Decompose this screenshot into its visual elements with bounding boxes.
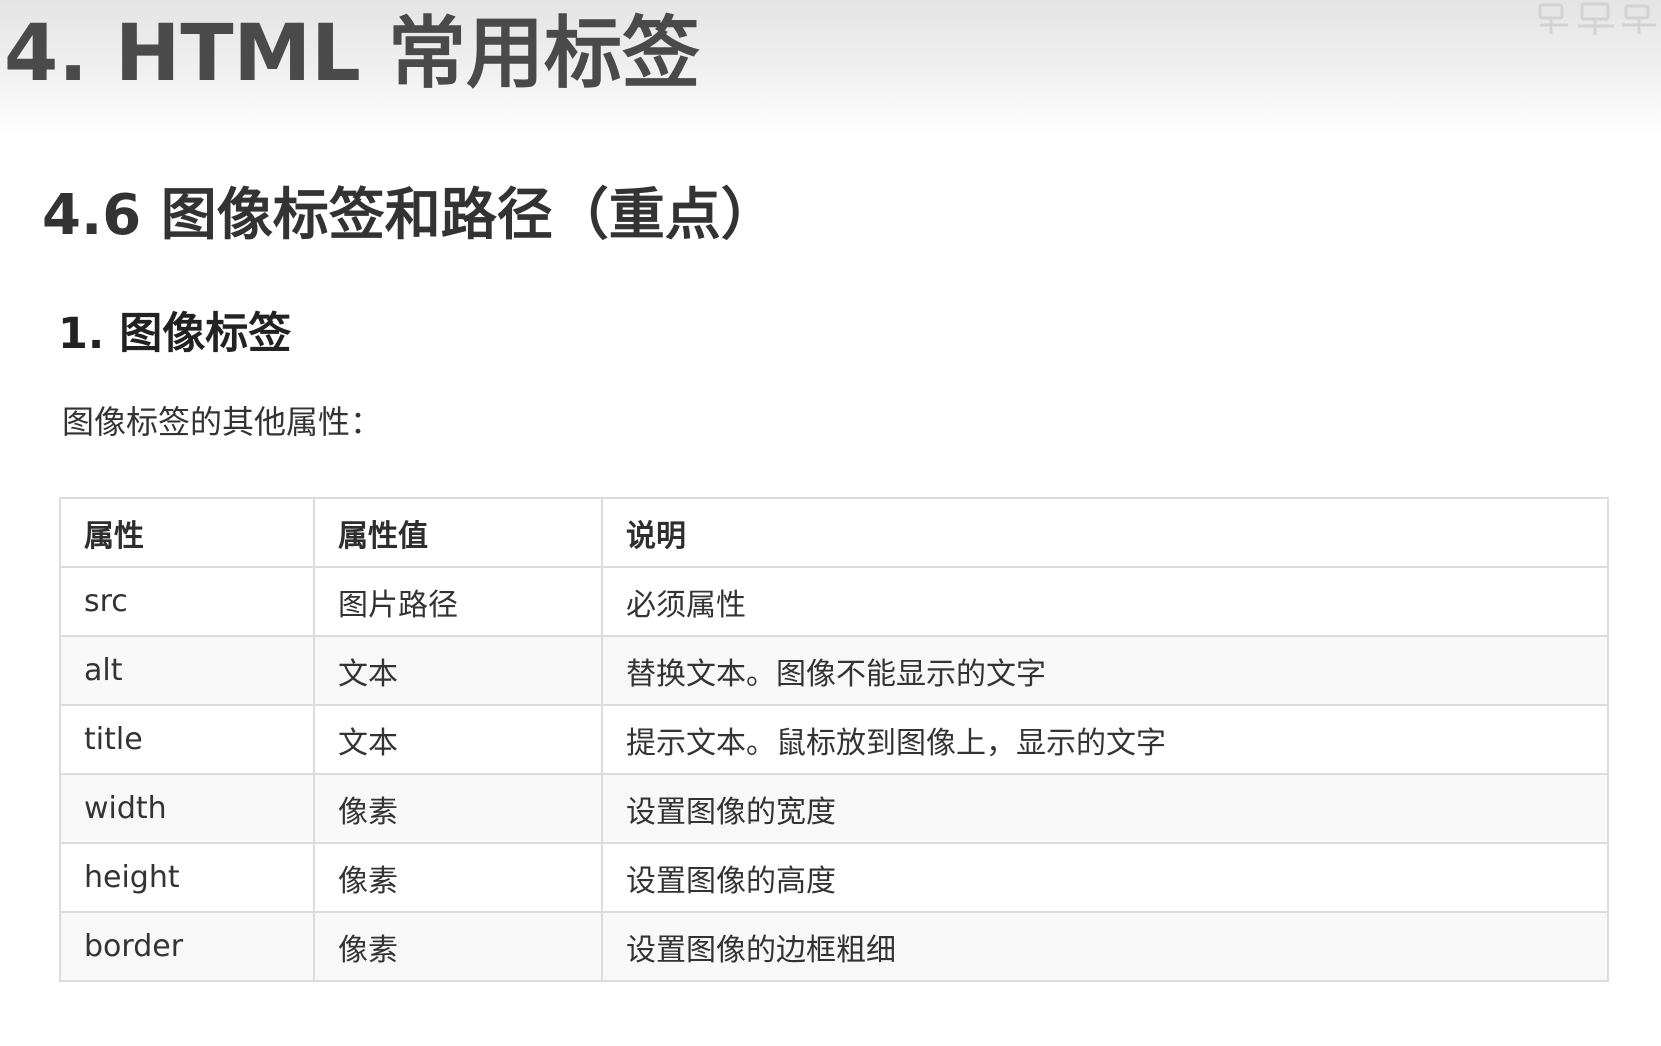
cell-attribute: width: [59, 773, 315, 844]
table-row: src 图片路径 必须属性: [59, 566, 1609, 637]
cell-description: 设置图像的宽度: [601, 773, 1609, 844]
cell-value: 像素: [313, 842, 603, 913]
cell-attribute: alt: [59, 635, 315, 706]
table-row: title 文本 提示文本。鼠标放到图像上，显示的文字: [59, 704, 1609, 775]
sub-heading: 1. 图像标签: [58, 309, 292, 359]
title-band: 4. HTML 常用标签: [0, 0, 1661, 140]
cell-value: 像素: [313, 911, 603, 982]
cell-description: 替换文本。图像不能显示的文字: [601, 635, 1609, 706]
cell-value: 图片路径: [313, 566, 603, 637]
cell-attribute: title: [59, 704, 315, 775]
attribute-table: 属性 属性值 说明 src 图片路径 必须属性 alt 文本 替换文本。图像不能…: [59, 497, 1609, 982]
cell-attribute: border: [59, 911, 315, 982]
cell-value: 文本: [313, 635, 603, 706]
cell-value: 文本: [313, 704, 603, 775]
table-row: width 像素 设置图像的宽度: [59, 773, 1609, 844]
table-header-row: 属性 属性值 说明: [59, 497, 1609, 568]
watermark-logo-icon: [1538, 2, 1656, 35]
table-row: border 像素 设置图像的边框粗细: [59, 911, 1609, 982]
header-cell-description: 说明: [601, 497, 1609, 568]
cell-description: 设置图像的边框粗细: [601, 911, 1609, 982]
cell-value: 像素: [313, 773, 603, 844]
table-row: alt 文本 替换文本。图像不能显示的文字: [59, 635, 1609, 706]
header-cell-attribute: 属性: [59, 497, 315, 568]
intro-text: 图像标签的其他属性：: [62, 403, 383, 441]
cell-description: 必须属性: [601, 566, 1609, 637]
section-heading: 4.6 图像标签和路径（重点）: [42, 183, 777, 248]
cell-attribute: src: [59, 566, 315, 637]
table-row: height 像素 设置图像的高度: [59, 842, 1609, 913]
header-cell-value: 属性值: [313, 497, 603, 568]
page-title: 4. HTML 常用标签: [4, 9, 701, 99]
cell-attribute: height: [59, 842, 315, 913]
cell-description: 设置图像的高度: [601, 842, 1609, 913]
cell-description: 提示文本。鼠标放到图像上，显示的文字: [601, 704, 1609, 775]
